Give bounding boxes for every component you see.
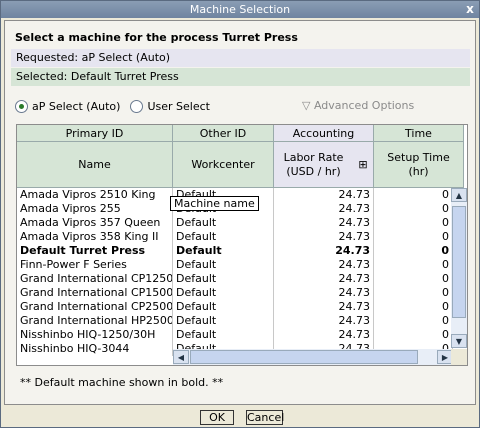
- title-bar: Machine Selection x: [1, 1, 479, 18]
- table-row[interactable]: Grand International CP2500 Default 24.73 0: [17, 300, 453, 314]
- ok-button[interactable]: OK: [200, 410, 234, 425]
- cell-time: 0: [374, 328, 453, 342]
- content-panel: Select a machine for the process Turret …: [4, 20, 476, 405]
- cell-time: 0: [374, 258, 453, 272]
- table-group-header: Primary ID Other ID Accounting Time: [17, 125, 464, 142]
- selection-mode-group: aP Select (Auto) User Select: [15, 98, 220, 114]
- machine-table: Primary ID Other ID Accounting Time Name…: [16, 124, 468, 366]
- radio-auto[interactable]: [15, 99, 28, 113]
- cell-time: 0: [374, 272, 453, 286]
- horizontal-scrollbar[interactable]: ◀ ▶: [173, 349, 453, 365]
- cell-workcenter: Default: [173, 272, 274, 286]
- vertical-scroll-thumb[interactable]: [452, 206, 466, 318]
- cell-workcenter: Default: [173, 314, 274, 328]
- cell-workcenter: Default: [173, 230, 274, 244]
- table-row[interactable]: Amada Vipros 358 King II Default 24.73 0: [17, 230, 453, 244]
- cell-name: Amada Vipros 357 Queen: [17, 216, 173, 230]
- cell-name: Amada Vipros 2510 King: [17, 188, 173, 202]
- radio-auto-label[interactable]: aP Select (Auto): [32, 100, 120, 113]
- chevron-down-icon: ▽: [302, 99, 311, 112]
- cell-time: 0: [374, 286, 453, 300]
- col-header-setup-time[interactable]: Setup Time (hr): [374, 142, 464, 188]
- window-title: Machine Selection: [189, 3, 291, 16]
- cell-name: Grand International HP2500: [17, 314, 173, 328]
- default-note: ** Default machine shown in bold. **: [20, 376, 224, 389]
- cell-time: 0: [374, 188, 453, 202]
- selected-info: Selected: Default Turret Press: [11, 68, 470, 86]
- close-icon[interactable]: x: [463, 2, 477, 16]
- vertical-scrollbar[interactable]: ▲ ▼: [451, 188, 467, 348]
- cell-name: Default Turret Press: [17, 244, 173, 258]
- cell-workcenter: Default: [173, 244, 274, 258]
- cell-rate: 24.73: [274, 272, 374, 286]
- requested-info: Requested: aP Select (Auto): [11, 49, 470, 67]
- cell-name: Nisshinbo HIQ-1250/30H: [17, 328, 173, 342]
- scroll-corner: [451, 349, 467, 365]
- cell-rate: 24.73: [274, 202, 374, 216]
- table-row[interactable]: Grand International HP2500 Default 24.73 0: [17, 314, 453, 328]
- group-header-other-id[interactable]: Other ID: [173, 125, 274, 142]
- cell-workcenter: Default: [173, 216, 274, 230]
- table-row[interactable]: Amada Vipros 357 Queen Default 24.73 0: [17, 216, 453, 230]
- scroll-left-icon[interactable]: ◀: [173, 350, 189, 364]
- cell-time: 0: [374, 202, 453, 216]
- cell-name: Grand International CP1500: [17, 286, 173, 300]
- table-row[interactable]: Nisshinbo HIQ-1250/30H Default 24.73 0: [17, 328, 453, 342]
- cell-time: 0: [374, 244, 453, 258]
- table-row[interactable]: Finn-Power F Series Default 24.73 0: [17, 258, 453, 272]
- cell-name: Grand International CP1250: [17, 272, 173, 286]
- table-row[interactable]: Default Turret Press Default 24.73 0: [17, 244, 453, 258]
- radio-user-label[interactable]: User Select: [147, 100, 210, 113]
- cell-workcenter: Default: [173, 300, 274, 314]
- col-header-name[interactable]: Name: [17, 142, 173, 188]
- table-body: Amada Vipros 2510 King Default 24.73 0 Amada…: [17, 188, 453, 356]
- cell-rate: 24.73: [274, 328, 374, 342]
- cell-workcenter: Default: [173, 286, 274, 300]
- cell-rate: 24.73: [274, 286, 374, 300]
- table-row[interactable]: Grand International CP1500 Default 24.73 0: [17, 286, 453, 300]
- radio-user[interactable]: [130, 99, 144, 113]
- cell-name: Grand International CP2500: [17, 300, 173, 314]
- col-header-labor-rate[interactable]: Labor Rate (USD / hr) ⊞: [274, 142, 374, 188]
- group-header-accounting[interactable]: Accounting: [274, 125, 374, 142]
- cell-rate: 24.73: [274, 244, 374, 258]
- expand-columns-icon[interactable]: ⊞: [353, 142, 373, 187]
- advanced-options-label: Advanced Options: [313, 99, 415, 112]
- scroll-up-icon[interactable]: ▲: [451, 188, 467, 202]
- group-header-primary-id[interactable]: Primary ID: [17, 125, 173, 142]
- cell-rate: 24.73: [274, 300, 374, 314]
- horizontal-scroll-thumb[interactable]: [190, 350, 418, 364]
- table-row[interactable]: Grand International CP1250 Default 24.73 0: [17, 272, 453, 286]
- cell-name: Amada Vipros 255: [17, 202, 173, 216]
- labor-rate-label: Labor Rate (USD / hr): [283, 150, 344, 178]
- machine-selection-dialog: Machine Selection x Select a machine for…: [0, 0, 480, 428]
- cancel-button[interactable]: Cancel: [246, 410, 284, 425]
- cell-name: Nisshinbo HIQ-3044: [17, 342, 173, 356]
- table-column-header: Name Workcenter Labor Rate (USD / hr) ⊞ …: [17, 142, 464, 188]
- advanced-options-link[interactable]: ▽ Advanced Options: [302, 99, 414, 112]
- cell-time: 0: [374, 230, 453, 244]
- cell-rate: 24.73: [274, 314, 374, 328]
- cell-workcenter: Default: [173, 258, 274, 272]
- cell-time: 0: [374, 216, 453, 230]
- cell-name: Amada Vipros 358 King II: [17, 230, 173, 244]
- cell-rate: 24.73: [274, 188, 374, 202]
- cell-name: Finn-Power F Series: [17, 258, 173, 272]
- cell-workcenter: Default: [173, 328, 274, 342]
- group-header-time[interactable]: Time: [374, 125, 464, 142]
- cell-rate: 24.73: [274, 230, 374, 244]
- cell-time: 0: [374, 300, 453, 314]
- cell-time: 0: [374, 314, 453, 328]
- cell-rate: 24.73: [274, 258, 374, 272]
- scroll-down-icon[interactable]: ▼: [451, 334, 467, 348]
- cell-rate: 24.73: [274, 216, 374, 230]
- col-header-workcenter[interactable]: Workcenter: [173, 142, 274, 188]
- tooltip: Machine name: [170, 196, 259, 211]
- dialog-heading: Select a machine for the process Turret …: [15, 31, 298, 44]
